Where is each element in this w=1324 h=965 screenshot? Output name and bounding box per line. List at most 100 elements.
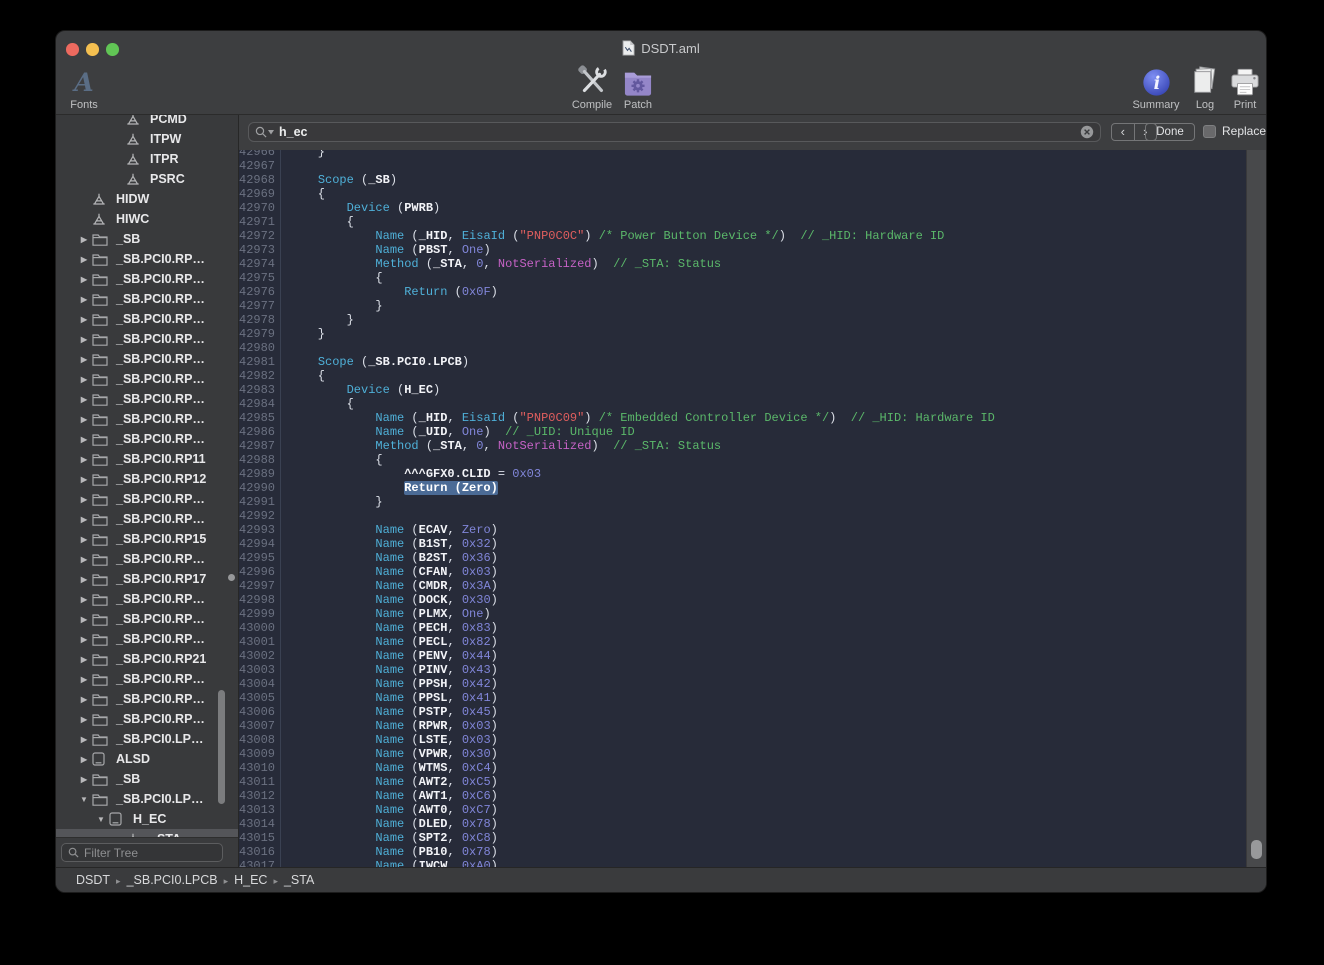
sidebar-item--sb-pci0-lp-[interactable]: ▶_SB.PCI0.LP… (56, 729, 238, 749)
disclosure-collapsed-icon[interactable]: ▶ (76, 615, 92, 624)
code-line[interactable]: 42977 } (239, 299, 1246, 313)
code-line[interactable]: 42989 ^^^GFX0.CLID = 0x03 (239, 467, 1246, 481)
sidebar-item--sb-pci0-rp-[interactable]: ▶_SB.PCI0.RP… (56, 249, 238, 269)
code-line[interactable]: 42969 { (239, 187, 1246, 201)
disclosure-collapsed-icon[interactable]: ▶ (76, 295, 92, 304)
code-line[interactable]: 42991 } (239, 495, 1246, 509)
code-line[interactable]: 42993 Name (ECAV, Zero) (239, 523, 1246, 537)
titlebar[interactable]: DSDT.aml (56, 31, 1266, 63)
disclosure-collapsed-icon[interactable]: ▶ (76, 715, 92, 724)
disclosure-collapsed-icon[interactable]: ▶ (76, 455, 92, 464)
disclosure-collapsed-icon[interactable]: ▶ (76, 235, 92, 244)
disclosure-collapsed-icon[interactable]: ▶ (76, 275, 92, 284)
disclosure-collapsed-icon[interactable]: ▶ (76, 515, 92, 524)
find-field[interactable] (248, 122, 1101, 142)
sidebar-item--sb-pci0-rp-[interactable]: ▶_SB.PCI0.RP… (56, 329, 238, 349)
find-previous-button[interactable]: ‹ (1112, 124, 1135, 140)
code-line[interactable]: 42990 Return (Zero) (239, 481, 1246, 495)
sidebar-item-hidw[interactable]: HIDW (56, 189, 238, 209)
sidebar-item--sb[interactable]: ▶_SB (56, 229, 238, 249)
editor-scrollbar-thumb[interactable] (1251, 840, 1262, 859)
code-line[interactable]: 43005 Name (PPSL, 0x41) (239, 691, 1246, 705)
sidebar-item--sb-pci0-rp-[interactable]: ▶_SB.PCI0.RP… (56, 369, 238, 389)
sidebar-item--sb-pci0-rp-[interactable]: ▶_SB.PCI0.RP… (56, 629, 238, 649)
breadcrumb-item[interactable]: _SB.PCI0.LPCB (127, 873, 218, 887)
sidebar-item--sb-pci0-rp12[interactable]: ▶_SB.PCI0.RP12 (56, 469, 238, 489)
code-line[interactable]: 42980 (239, 341, 1246, 355)
editor-scrollbar-track[interactable] (1246, 150, 1266, 867)
disclosure-collapsed-icon[interactable]: ▶ (76, 695, 92, 704)
disclosure-collapsed-icon[interactable]: ▶ (76, 755, 92, 764)
code-line[interactable]: 43009 Name (VPWR, 0x30) (239, 747, 1246, 761)
code-line[interactable]: 42995 Name (B2ST, 0x36) (239, 551, 1246, 565)
sidebar-item--sb-pci0-rp-[interactable]: ▶_SB.PCI0.RP… (56, 709, 238, 729)
code-line[interactable]: 43012 Name (AWT1, 0xC6) (239, 789, 1246, 803)
sidebar-item--sb[interactable]: ▶_SB (56, 769, 238, 789)
sidebar-item-pcmd[interactable]: PCMD (56, 115, 238, 129)
disclosure-collapsed-icon[interactable]: ▶ (76, 735, 92, 744)
sidebar-item--sb-pci0-rp17[interactable]: ▶_SB.PCI0.RP17 (56, 569, 238, 589)
code-line[interactable]: 42972 Name (_HID, EisaId ("PNP0C0C") /* … (239, 229, 1246, 243)
sidebar-item-hiwc[interactable]: HIWC (56, 209, 238, 229)
split-divider-handle[interactable] (228, 574, 235, 581)
disclosure-collapsed-icon[interactable]: ▶ (76, 635, 92, 644)
disclosure-expanded-icon[interactable]: ▼ (76, 795, 92, 804)
disclosure-collapsed-icon[interactable]: ▶ (76, 395, 92, 404)
code-line[interactable]: 42984 { (239, 397, 1246, 411)
code-line[interactable]: 42966 } (239, 150, 1246, 159)
sidebar-item--sb-pci0-lp-[interactable]: ▼_SB.PCI0.LP… (56, 789, 238, 809)
code-line[interactable]: 43007 Name (RPWR, 0x03) (239, 719, 1246, 733)
sidebar-item--sb-pci0-rp-[interactable]: ▶_SB.PCI0.RP… (56, 269, 238, 289)
code-line[interactable]: 42968 Scope (_SB) (239, 173, 1246, 187)
summary-toolbar-button[interactable]: i Summary (1129, 63, 1183, 111)
sidebar-item-itpw[interactable]: ITPW (56, 129, 238, 149)
code-line[interactable]: 42994 Name (B1ST, 0x32) (239, 537, 1246, 551)
compile-toolbar-button[interactable]: Compile (568, 63, 616, 111)
code-line[interactable]: 43015 Name (SPT2, 0xC8) (239, 831, 1246, 845)
selected-text[interactable]: Return (Zero) (404, 481, 498, 495)
clear-search-icon[interactable] (1080, 125, 1094, 139)
sidebar-item--sb-pci0-rp-[interactable]: ▶_SB.PCI0.RP… (56, 689, 238, 709)
breadcrumb-item[interactable]: H_EC (234, 873, 267, 887)
code-line[interactable]: 43002 Name (PENV, 0x44) (239, 649, 1246, 663)
code-line[interactable]: 42975 { (239, 271, 1246, 285)
code-line[interactable]: 42970 Device (PWRB) (239, 201, 1246, 215)
code-area[interactable]: 42966 }4296742968 Scope (_SB)42969 {4297… (239, 150, 1246, 867)
print-toolbar-button[interactable]: Print (1227, 63, 1263, 111)
sidebar-item--sb-pci0-rp-[interactable]: ▶_SB.PCI0.RP… (56, 389, 238, 409)
code-line[interactable]: 43013 Name (AWT0, 0xC7) (239, 803, 1246, 817)
code-line[interactable]: 42986 Name (_UID, One) // _UID: Unique I… (239, 425, 1246, 439)
code-line[interactable]: 42973 Name (PBST, One) (239, 243, 1246, 257)
code-line[interactable]: 43000 Name (PECH, 0x83) (239, 621, 1246, 635)
code-line[interactable]: 42979 } (239, 327, 1246, 341)
replace-checkbox[interactable] (1203, 125, 1216, 138)
symbol-tree[interactable]: PCMDITPWITPRPSRCHIDWHIWC▶_SB▶_SB.PCI0.RP… (56, 115, 238, 837)
find-input[interactable] (274, 125, 1080, 139)
sidebar-item--sb-pci0-rp-[interactable]: ▶_SB.PCI0.RP… (56, 549, 238, 569)
disclosure-collapsed-icon[interactable]: ▶ (76, 335, 92, 344)
code-line[interactable]: 43001 Name (PECL, 0x82) (239, 635, 1246, 649)
code-line[interactable]: 42983 Device (H_EC) (239, 383, 1246, 397)
sidebar-item--sta[interactable]: _STA (56, 829, 238, 837)
disclosure-collapsed-icon[interactable]: ▶ (76, 375, 92, 384)
disclosure-collapsed-icon[interactable]: ▶ (76, 495, 92, 504)
sidebar-item--sb-pci0-rp-[interactable]: ▶_SB.PCI0.RP… (56, 409, 238, 429)
sidebar-item--sb-pci0-rp-[interactable]: ▶_SB.PCI0.RP… (56, 309, 238, 329)
disclosure-collapsed-icon[interactable]: ▶ (76, 435, 92, 444)
disclosure-collapsed-icon[interactable]: ▶ (76, 315, 92, 324)
sidebar-item--sb-pci0-rp-[interactable]: ▶_SB.PCI0.RP… (56, 349, 238, 369)
code-line[interactable]: 43010 Name (WTMS, 0xC4) (239, 761, 1246, 775)
code-line[interactable]: 42992 (239, 509, 1246, 523)
disclosure-collapsed-icon[interactable]: ▶ (76, 675, 92, 684)
disclosure-collapsed-icon[interactable]: ▶ (76, 595, 92, 604)
code-line[interactable]: 42987 Method (_STA, 0, NotSerialized) //… (239, 439, 1246, 453)
log-toolbar-button[interactable]: Log (1188, 63, 1222, 111)
filter-tree-field[interactable] (61, 843, 223, 862)
disclosure-collapsed-icon[interactable]: ▶ (76, 415, 92, 424)
sidebar-item--sb-pci0-rp-[interactable]: ▶_SB.PCI0.RP… (56, 429, 238, 449)
sidebar-item--sb-pci0-rp-[interactable]: ▶_SB.PCI0.RP… (56, 609, 238, 629)
disclosure-expanded-icon[interactable]: ▼ (93, 815, 109, 824)
disclosure-collapsed-icon[interactable]: ▶ (76, 475, 92, 484)
disclosure-collapsed-icon[interactable]: ▶ (76, 255, 92, 264)
patch-toolbar-button[interactable]: Patch (616, 63, 660, 111)
